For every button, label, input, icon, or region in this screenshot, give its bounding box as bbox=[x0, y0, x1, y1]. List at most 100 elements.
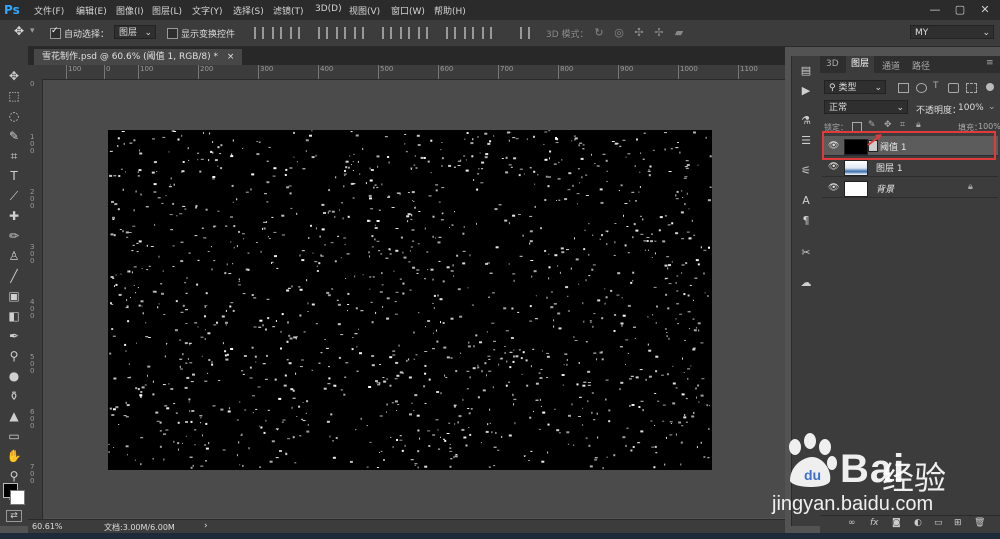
distribute-top-icon[interactable] bbox=[382, 27, 392, 39]
visibility-eye-icon[interactable]: 👁︎ bbox=[828, 162, 839, 172]
3d-pan-icon[interactable]: ✣ bbox=[632, 26, 646, 40]
tab-paths[interactable]: 路径 bbox=[912, 59, 930, 72]
visibility-eye-icon[interactable]: 👁︎ bbox=[828, 183, 839, 193]
filter-type-icon[interactable]: T bbox=[933, 81, 939, 91]
distribute-left-icon[interactable] bbox=[446, 27, 456, 39]
quick-mask-icon[interactable] bbox=[6, 510, 22, 522]
pen-tool-icon[interactable]: ✒ bbox=[6, 328, 22, 344]
align-right-icon[interactable] bbox=[354, 27, 364, 39]
eraser-tool-icon[interactable]: ◧ bbox=[6, 308, 22, 324]
blur-tool-icon[interactable]: ● bbox=[6, 368, 22, 384]
opacity-value[interactable]: 100% bbox=[958, 103, 984, 113]
3d-rotate-icon[interactable]: ↻ bbox=[592, 26, 606, 40]
layer-row-layer1[interactable]: 👁︎ 图层 1 bbox=[822, 157, 998, 177]
tool-preset-chevron-icon[interactable]: ▾ bbox=[30, 26, 35, 36]
close-button[interactable]: ✕ bbox=[970, 0, 1000, 20]
fill-value[interactable]: 100% bbox=[978, 122, 1000, 131]
show-transform-checkbox[interactable] bbox=[167, 28, 178, 39]
layer-name[interactable]: 图层 1 bbox=[876, 161, 903, 174]
distribute-hcenter-icon[interactable] bbox=[464, 27, 474, 39]
menu-select[interactable]: 选择(S) bbox=[233, 4, 264, 17]
path-select-tool-icon[interactable]: ▲ bbox=[6, 408, 22, 424]
adjustments-icon[interactable]: ⚗ bbox=[799, 114, 813, 128]
snow-speck bbox=[464, 138, 466, 140]
shape-tool-icon[interactable]: ▭ bbox=[6, 428, 22, 444]
distribute-bottom-icon[interactable] bbox=[418, 27, 428, 39]
align-bottom-icon[interactable] bbox=[290, 27, 300, 39]
filter-smart-object-icon[interactable] bbox=[966, 83, 977, 93]
menu-help[interactable]: 帮助(H) bbox=[434, 4, 466, 17]
magnify-icon[interactable]: ⚲ bbox=[6, 348, 22, 364]
panel-menu-icon[interactable]: ≡ bbox=[986, 58, 994, 68]
marquee-tool-icon[interactable]: ⬚ bbox=[6, 88, 22, 104]
3d-roll-icon[interactable]: ◎ bbox=[612, 26, 626, 40]
menu-edit[interactable]: 编辑(E) bbox=[76, 4, 107, 17]
filter-pixel-icon[interactable] bbox=[898, 83, 909, 93]
layer-name[interactable]: 背景 bbox=[876, 182, 894, 195]
layer-row-background[interactable]: 👁︎ 背景 🔒︎ bbox=[822, 178, 998, 198]
distribute-vcenter-icon[interactable] bbox=[400, 27, 410, 39]
document-canvas[interactable] bbox=[108, 130, 712, 470]
filter-toggle-icon[interactable] bbox=[986, 83, 994, 91]
menu-image[interactable]: 图像(I) bbox=[116, 4, 144, 17]
creative-cloud-icon[interactable]: ☁ bbox=[799, 276, 813, 290]
auto-align-icon[interactable] bbox=[520, 27, 530, 39]
crop-tool-icon[interactable]: ⌗ bbox=[6, 148, 22, 164]
actions-play-icon[interactable]: ▶ bbox=[799, 84, 813, 98]
menu-file[interactable]: 文件(F) bbox=[34, 4, 64, 17]
close-tab-icon[interactable]: × bbox=[227, 52, 235, 62]
move-tool-icon[interactable]: ✥ bbox=[6, 68, 22, 84]
tab-layers[interactable]: 图层 bbox=[846, 56, 875, 73]
tab-3d[interactable]: 3D bbox=[826, 59, 839, 69]
workspace-dropdown[interactable]: MY ⌄ bbox=[910, 25, 994, 39]
zoom-tool-icon[interactable]: ⚲ bbox=[6, 468, 22, 484]
align-vcenter-icon[interactable] bbox=[272, 27, 282, 39]
lasso-tool-icon[interactable]: ◌ bbox=[6, 108, 22, 124]
gradient-tool-icon[interactable]: ▣ bbox=[6, 288, 22, 304]
clone-stamp-tool-icon[interactable]: ♙ bbox=[6, 248, 22, 264]
type-tool-icon[interactable]: T bbox=[6, 168, 22, 184]
menu-3d[interactable]: 3D(D) bbox=[315, 4, 342, 14]
lock-all-icon[interactable]: 🔒︎ bbox=[916, 120, 921, 130]
brush-tool-icon[interactable]: ✏ bbox=[6, 228, 22, 244]
healing-brush-tool-icon[interactable]: ✚ bbox=[6, 208, 22, 224]
properties-icon[interactable]: ☰ bbox=[799, 134, 813, 148]
menu-type[interactable]: 文字(Y) bbox=[192, 4, 223, 17]
lock-pixels-icon[interactable]: ✎ bbox=[868, 120, 876, 130]
document-tab[interactable]: 雪花制作.psd @ 60.6% (阈值 1, RGB/8) * × bbox=[34, 49, 243, 65]
zoom-level[interactable]: 60.61% bbox=[32, 522, 63, 531]
3d-slide-icon[interactable]: ✢ bbox=[652, 26, 666, 40]
history-icon[interactable]: ▤ bbox=[799, 64, 813, 78]
move-tool-icon[interactable]: ✥ bbox=[14, 24, 24, 38]
menu-window[interactable]: 窗口(W) bbox=[391, 4, 425, 17]
menu-filter[interactable]: 滤镜(T) bbox=[273, 4, 304, 17]
menu-layer[interactable]: 图层(L) bbox=[152, 4, 182, 17]
line-tool-icon[interactable]: ╱ bbox=[6, 268, 22, 284]
libraries-icon[interactable]: ⚟ bbox=[799, 164, 813, 178]
auto-select-checkbox[interactable] bbox=[50, 26, 61, 39]
quick-select-tool-icon[interactable]: ✎ bbox=[6, 128, 22, 144]
3d-scale-icon[interactable]: ▰ bbox=[672, 26, 686, 40]
lock-position-icon[interactable]: ✥ bbox=[884, 120, 892, 130]
blend-mode-dropdown[interactable]: 正常 ⌄ bbox=[824, 100, 908, 114]
character-icon[interactable]: A bbox=[799, 194, 813, 208]
status-menu-arrow-icon[interactable]: › bbox=[204, 521, 208, 531]
align-hcenter-icon[interactable] bbox=[336, 27, 346, 39]
tools-cross-icon[interactable]: ✂ bbox=[799, 246, 813, 260]
dodge-tool-icon[interactable]: ⚱ bbox=[6, 388, 22, 404]
distribute-right-icon[interactable] bbox=[482, 27, 492, 39]
eyedropper-tool-icon[interactable]: ⟋ bbox=[6, 188, 22, 204]
filter-adjustment-icon[interactable] bbox=[916, 83, 927, 93]
align-left-icon[interactable] bbox=[318, 27, 328, 39]
background-color-swatch[interactable] bbox=[10, 490, 25, 505]
menu-view[interactable]: 视图(V) bbox=[349, 4, 380, 17]
filter-kind-dropdown[interactable]: ⚲ 类型 ⌄ bbox=[824, 80, 886, 94]
filter-shape-icon[interactable] bbox=[948, 83, 959, 93]
auto-select-dropdown[interactable]: 图层 ⌄ bbox=[114, 25, 156, 39]
opacity-chevron-icon[interactable]: ⌄ bbox=[988, 102, 996, 112]
lock-artboard-icon[interactable]: ⌗ bbox=[900, 120, 905, 130]
align-top-icon[interactable] bbox=[254, 27, 264, 39]
hand-tool-icon[interactable]: ✋ bbox=[6, 448, 22, 464]
paragraph-icon[interactable]: ¶ bbox=[799, 214, 813, 228]
tab-channels[interactable]: 通道 bbox=[882, 59, 900, 72]
